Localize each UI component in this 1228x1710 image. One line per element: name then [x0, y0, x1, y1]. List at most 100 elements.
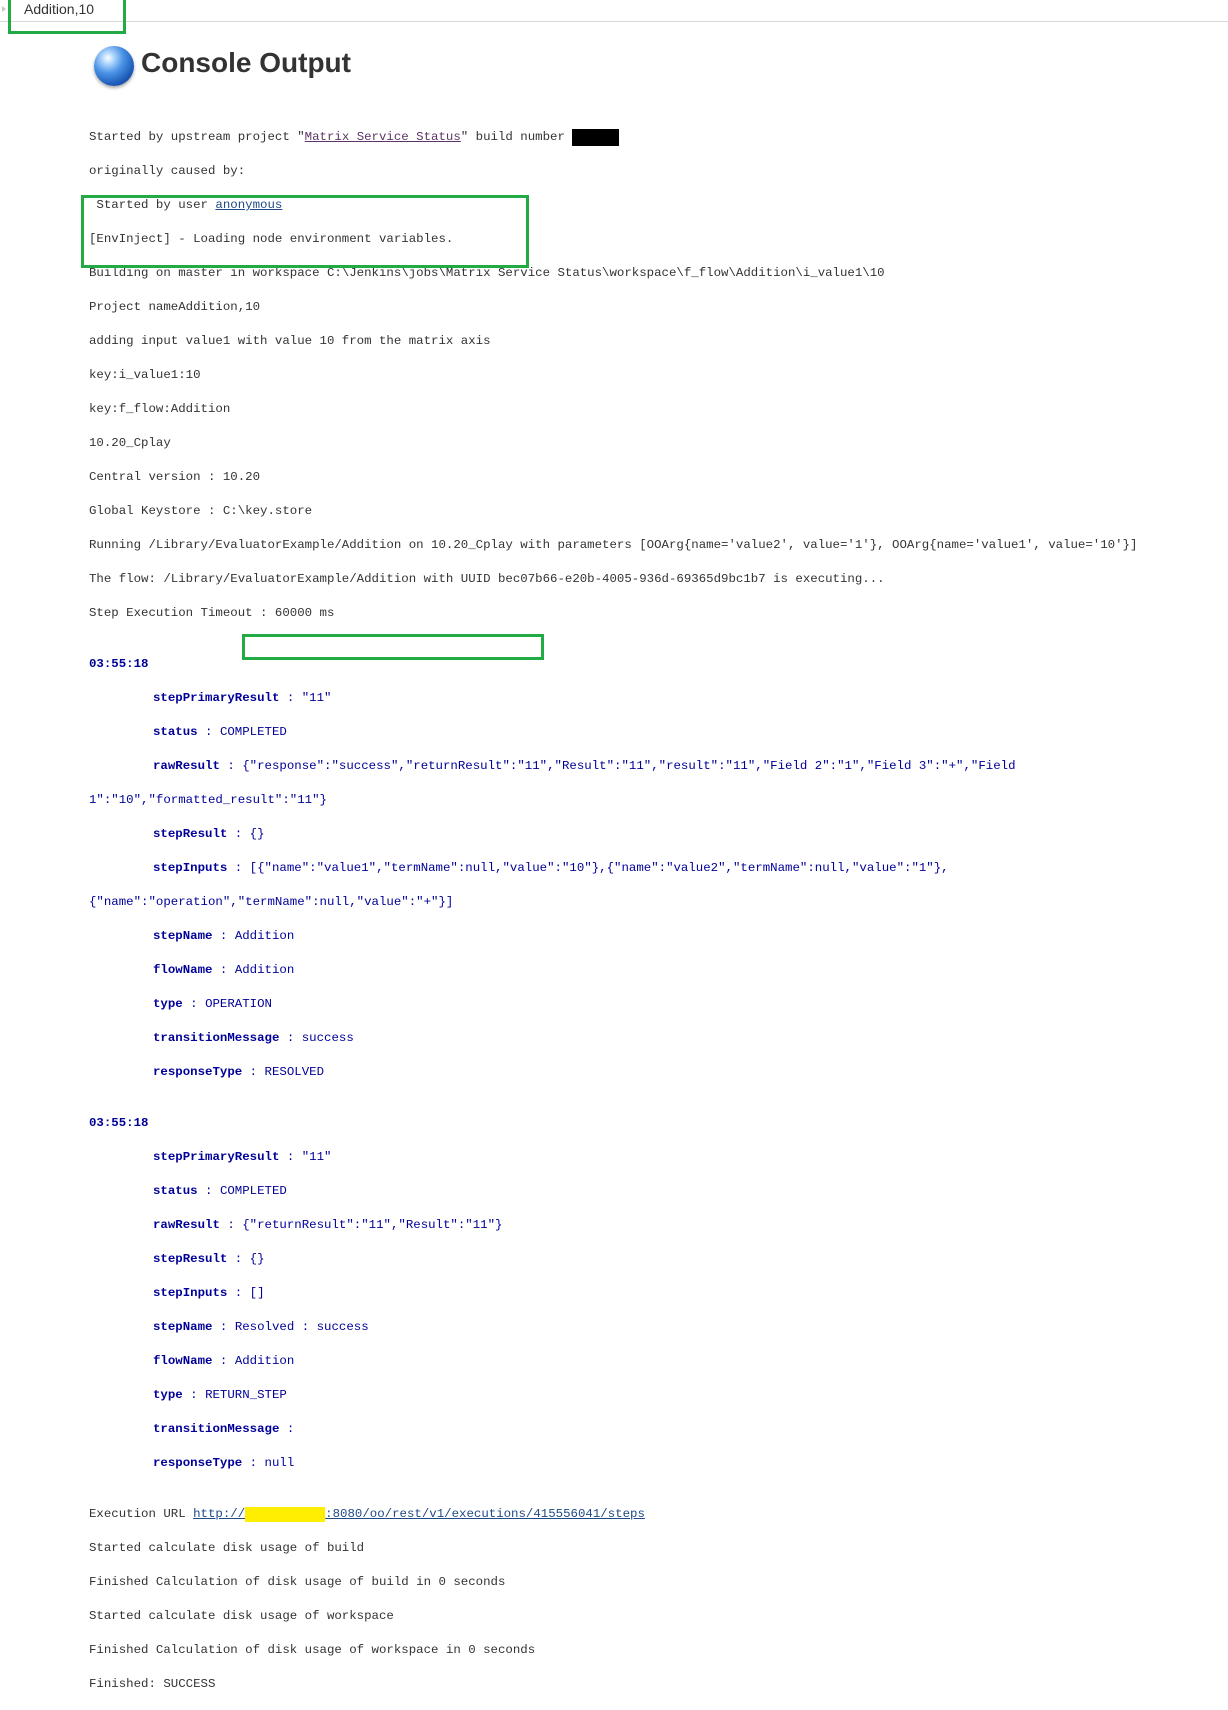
step-field-value: Resolved : success [234, 1320, 369, 1334]
breadcrumb-arrow-icon [2, 6, 6, 12]
step-field-value: : [279, 691, 302, 705]
console-line: Global Keystore : C:\key.store [89, 504, 313, 518]
console-line: stepPrimaryResult : "11" [89, 1149, 1224, 1166]
step-field-value: : [182, 1388, 206, 1402]
step-field-label: stepResult [153, 827, 228, 841]
step-field-label: stepInputs [153, 1286, 228, 1300]
console-line: Finished: SUCCESS [89, 1677, 216, 1691]
console-line: transitionMessage : [89, 1421, 1224, 1438]
console-text: " build number [460, 130, 573, 144]
step-field-label: status [153, 725, 198, 739]
redacted-host [245, 1507, 326, 1522]
console-text: Started by upstream project " [89, 130, 305, 144]
step-field-value: : [227, 1286, 250, 1300]
step-field-value: "11" [301, 1150, 332, 1164]
step-field-value: null [264, 1456, 295, 1470]
step-field-value: : [212, 963, 235, 977]
highlight-box-raw-result [242, 634, 544, 660]
step-field-value: RESOLVED [264, 1065, 325, 1079]
breadcrumb-bar: Addition,10 [0, 0, 1228, 22]
step-field-label: stepPrimaryResult [153, 1150, 280, 1164]
step-field-value: : [212, 1354, 235, 1368]
step-field-value: [{"name":"value1","termName":null,"value… [249, 861, 949, 875]
console-line: Started calculate disk usage of workspac… [89, 1609, 394, 1623]
step-field-label: responseType [153, 1456, 243, 1470]
step-field-value: {} [249, 827, 265, 841]
step-field-value: {"returnResult":"11","Result":"11"} [242, 1218, 503, 1232]
step-field-value: OPERATION [205, 997, 272, 1011]
step-timestamp: 03:55:18 [89, 1116, 149, 1130]
step-field-value: RETURN_STEP [205, 1388, 287, 1402]
step-field-label: stepName [153, 929, 213, 943]
step-field-value: : [182, 997, 206, 1011]
step-field-value: Addition [234, 929, 295, 943]
step-field-value: : [227, 861, 250, 875]
console-line: key:f_flow:Addition [89, 402, 231, 416]
step-field-value: : [242, 1065, 265, 1079]
console-line: The flow: /Library/EvaluatorExample/Addi… [89, 572, 885, 586]
console-line: Execution URL http://:8080/oo/rest/v1/ex… [89, 1506, 1224, 1523]
step-field-value: Addition [234, 1354, 295, 1368]
console-text: Execution URL [89, 1507, 194, 1521]
console-line: Finished Calculation of disk usage of bu… [89, 1575, 506, 1589]
step-field-value: "11" [301, 691, 332, 705]
step-field-value: COMPLETED [219, 725, 287, 739]
step-field-value: success [301, 1031, 354, 1045]
step-field-value: [] [249, 1286, 265, 1300]
console-line: Finished Calculation of disk usage of wo… [89, 1643, 536, 1657]
console-line: key:i_value1:10 [89, 368, 201, 382]
step-field-label: type [153, 1388, 183, 1402]
console-line: stepPrimaryResult : "11" [89, 690, 1224, 707]
step-field-label: flowName [153, 1354, 213, 1368]
step-field-value: {"response":"success","returnResult":"11… [242, 759, 1016, 773]
console-line: stepName : Addition [89, 928, 1224, 945]
step-field-label: responseType [153, 1065, 243, 1079]
step-field-value: : [279, 1150, 302, 1164]
console-line: 10.20_Cplay [89, 436, 171, 450]
redacted-build-number [572, 129, 620, 146]
console-line: flowName : Addition [89, 962, 1224, 979]
console-line: stepInputs : [{"name":"value1","termName… [89, 860, 1224, 877]
console-line: responseType : null [89, 1455, 1224, 1472]
console-line: type : RETURN_STEP [89, 1387, 1224, 1404]
step-field-value: : [197, 1184, 220, 1198]
console-line: {"name":"operation","termName":null,"val… [89, 895, 454, 909]
console-line: status : COMPLETED [89, 724, 1224, 741]
console-output: Started by upstream project "Matrix Serv… [89, 112, 1224, 1710]
blue-ball-icon [94, 46, 134, 86]
console-line: flowName : Addition [89, 1353, 1224, 1370]
step-field-label: rawResult [153, 1218, 220, 1232]
console-line: Started by upstream project "Matrix Serv… [89, 129, 1224, 146]
execution-url-link[interactable]: http://:8080/oo/rest/v1/executions/41555… [193, 1507, 645, 1522]
step-field-label: transitionMessage [153, 1031, 280, 1045]
step-field-value: : [227, 827, 250, 841]
step-field-label: flowName [153, 963, 213, 977]
upstream-project-link[interactable]: Matrix Service Status [305, 130, 461, 144]
step-field-label: stepName [153, 1320, 213, 1334]
page-title: Console Output [141, 47, 351, 78]
console-line: Step Execution Timeout : 60000 ms [89, 606, 335, 620]
console-line: responseType : RESOLVED [89, 1064, 1224, 1081]
step-field-value: COMPLETED [219, 1184, 287, 1198]
console-line: originally caused by: [89, 164, 246, 178]
step-field-value: Addition [234, 963, 295, 977]
step-field-label: status [153, 1184, 198, 1198]
console-line: Running /Library/EvaluatorExample/Additi… [89, 538, 1138, 552]
step-field-label: stepResult [153, 1252, 228, 1266]
console-line: Started calculate disk usage of build [89, 1541, 365, 1555]
console-line: type : OPERATION [89, 996, 1224, 1013]
step-field-label: stepPrimaryResult [153, 691, 280, 705]
step-field-label: type [153, 997, 183, 1011]
console-line: adding input value1 with value 10 from t… [89, 334, 491, 348]
step-field-value: : [227, 1252, 250, 1266]
step-field-value: : [212, 1320, 235, 1334]
step-field-value: : [219, 1218, 243, 1232]
step-field-label: stepInputs [153, 861, 228, 875]
console-line: rawResult : {"returnResult":"11","Result… [89, 1217, 1224, 1234]
highlight-box-breadcrumb [8, 0, 126, 34]
highlight-box-project-keys [81, 195, 529, 268]
console-line: stepInputs : [] [89, 1285, 1224, 1302]
console-line: 1":"10","formatted_result":"11"} [89, 793, 327, 807]
console-text: http:// [193, 1507, 246, 1521]
console-line: stepResult : {} [89, 1251, 1224, 1268]
